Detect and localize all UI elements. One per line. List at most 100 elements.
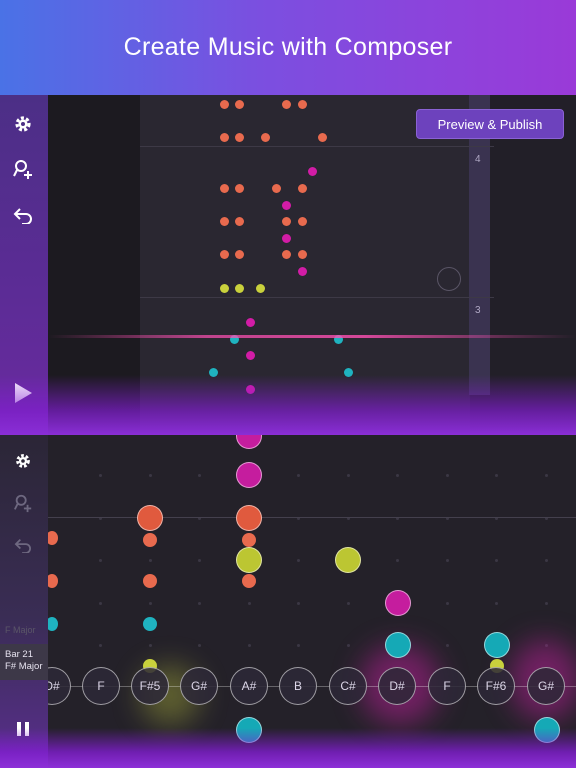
bottom-glow: [0, 375, 576, 435]
note-dot[interactable]: [220, 133, 229, 142]
grid-dot: [148, 474, 152, 477]
gear-icon: [16, 454, 30, 468]
undo-icon: [14, 539, 31, 553]
note-dot[interactable]: [282, 250, 291, 259]
grid-dot: [495, 559, 498, 562]
key-button[interactable]: C#: [329, 667, 367, 705]
preview-publish-button[interactable]: Preview & Publish: [416, 109, 564, 139]
key-button[interactable]: A#: [230, 667, 268, 705]
banner-title: Create Music with Composer: [123, 33, 453, 61]
banner: Create Music with Composer: [0, 0, 576, 95]
note-dot[interactable]: [298, 267, 307, 276]
note-dot[interactable]: [235, 100, 244, 109]
sheet-view-panel: 4 3 Preview & Publish: [0, 95, 576, 435]
key-button[interactable]: G#: [180, 667, 218, 705]
bottom-glow: [0, 728, 576, 768]
grid-dot: [99, 644, 102, 647]
note-dot[interactable]: [143, 533, 157, 547]
note-dot[interactable]: [298, 184, 307, 193]
live-play-panel: D# F F#5 G# A# B C# D# F F#6 G# F Major …: [0, 435, 576, 768]
note-dot[interactable]: [282, 100, 291, 109]
grid-dot: [346, 644, 350, 647]
note-dot[interactable]: [242, 574, 256, 588]
note-dot[interactable]: [143, 617, 157, 631]
key-button[interactable]: F: [82, 667, 120, 705]
grid-dot: [544, 559, 548, 562]
grid-dot: [495, 601, 498, 605]
note-dot[interactable]: [272, 184, 281, 193]
note-circle[interactable]: [236, 435, 262, 449]
grid-dot: [346, 474, 350, 477]
key-button[interactable]: G#: [527, 667, 565, 705]
note-dot[interactable]: [220, 100, 229, 109]
note-circle[interactable]: [385, 590, 411, 616]
grid-dot: [396, 474, 399, 477]
grid-dot: [495, 474, 498, 477]
grid-dot: [198, 474, 201, 477]
grid-dot: [99, 559, 102, 562]
grid-dot: [445, 644, 449, 647]
gear-icon: [15, 116, 31, 132]
note-dot[interactable]: [235, 217, 244, 226]
note-circle[interactable]: [385, 632, 411, 658]
grid-dot: [148, 601, 152, 605]
note-dot[interactable]: [235, 133, 244, 142]
playhead-line: [48, 335, 576, 338]
grid-dot: [99, 601, 102, 605]
note-dot[interactable]: [298, 100, 307, 109]
settings-button[interactable]: [11, 449, 35, 473]
note-dot[interactable]: [143, 574, 157, 588]
grid-dot: [544, 601, 548, 605]
key-button[interactable]: B: [279, 667, 317, 705]
note-dot[interactable]: [220, 217, 229, 226]
grid-dot: [544, 474, 548, 477]
add-collaborator-button[interactable]: [11, 491, 35, 515]
settings-button[interactable]: [11, 112, 35, 136]
note-dot[interactable]: [282, 234, 291, 243]
bar-line: [140, 297, 494, 298]
measure-column: [469, 95, 490, 395]
note-circle[interactable]: [236, 505, 262, 531]
undo-button[interactable]: [11, 533, 35, 557]
note-dot[interactable]: [220, 184, 229, 193]
note-circle[interactable]: [335, 547, 361, 573]
grid-dot: [297, 559, 300, 562]
note-circle[interactable]: [137, 505, 163, 531]
grid-dot: [247, 644, 251, 647]
record-ring-button[interactable]: [437, 267, 461, 291]
grid-dot: [445, 601, 449, 605]
grid-dot: [297, 644, 300, 647]
note-dot[interactable]: [256, 284, 265, 293]
undo-button[interactable]: [11, 203, 35, 227]
note-dot[interactable]: [220, 250, 229, 259]
note-dot[interactable]: [235, 184, 244, 193]
bar-line: [140, 146, 494, 147]
note-dot[interactable]: [282, 217, 291, 226]
add-collaborator-button[interactable]: [11, 157, 35, 181]
key-button[interactable]: F#6: [477, 667, 515, 705]
note-circle[interactable]: [236, 547, 262, 573]
note-dot[interactable]: [282, 201, 291, 210]
note-dot[interactable]: [298, 250, 307, 259]
key-signature: F# Major: [5, 661, 43, 672]
note-dot[interactable]: [261, 133, 270, 142]
key-button[interactable]: F: [428, 667, 466, 705]
bar-number: Bar 21: [5, 649, 33, 660]
sidebar: F Major Bar 21 F# Major: [0, 435, 48, 768]
note-dot[interactable]: [235, 250, 244, 259]
note-dot[interactable]: [318, 133, 327, 142]
key-button[interactable]: D#: [378, 667, 416, 705]
measure-number: 4: [475, 154, 481, 165]
add-user-icon: [14, 494, 32, 513]
note-dot[interactable]: [242, 533, 256, 547]
note-dot[interactable]: [246, 318, 255, 327]
key-button[interactable]: F#5: [131, 667, 169, 705]
grid-dot: [99, 474, 102, 477]
note-circle[interactable]: [236, 462, 262, 488]
note-dot[interactable]: [235, 284, 244, 293]
note-circle[interactable]: [484, 632, 510, 658]
note-dot[interactable]: [308, 167, 317, 176]
note-dot[interactable]: [246, 351, 255, 360]
note-dot[interactable]: [298, 217, 307, 226]
note-dot[interactable]: [220, 284, 229, 293]
